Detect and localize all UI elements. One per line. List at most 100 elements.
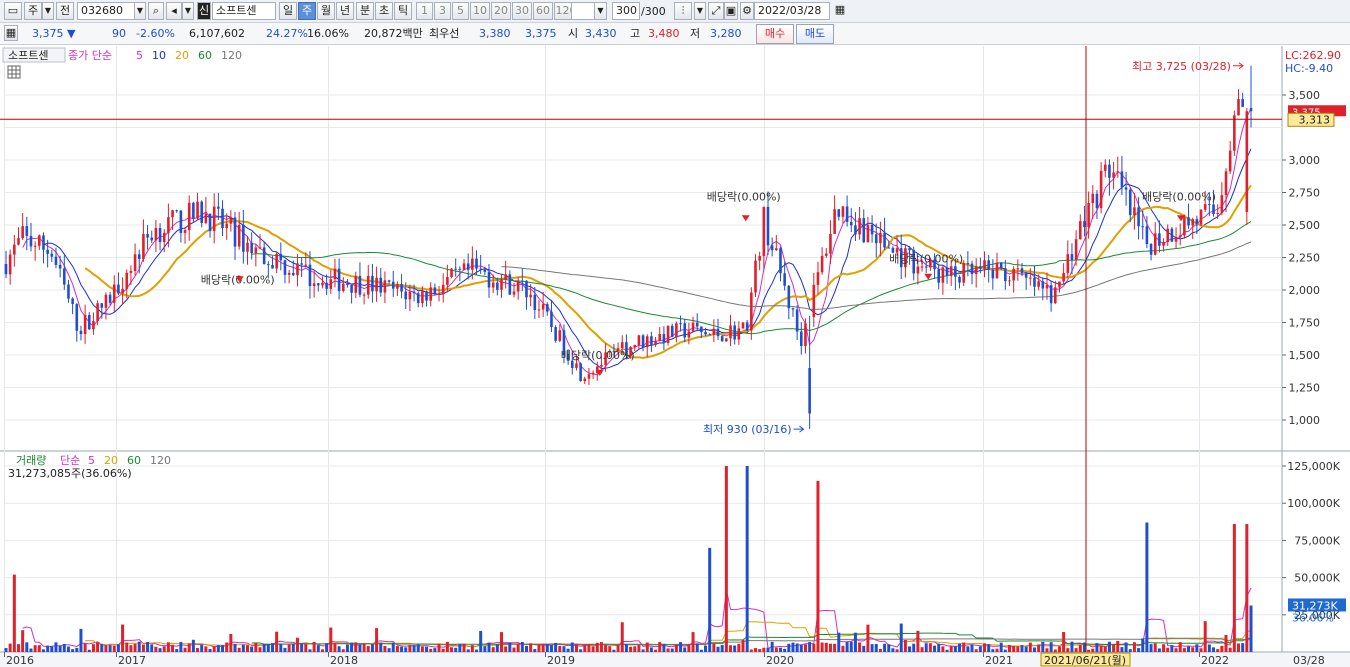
candle-type-dropdown-icon[interactable]: ▼ xyxy=(694,2,706,20)
volume-bar xyxy=(8,643,12,652)
candle-body xyxy=(824,253,828,256)
interval-20-button[interactable]: 20 xyxy=(491,2,511,20)
volume-bar xyxy=(75,647,79,652)
volume-bar xyxy=(33,645,37,652)
stock-chart[interactable]: 최고 3,725 (03/28) 최저 930 (03/16) 배당락(0.00%)… xyxy=(0,45,1350,667)
volume-bar xyxy=(179,642,183,652)
speaker-icon[interactable]: ◂ xyxy=(166,2,182,20)
candle-body xyxy=(441,284,445,294)
volume-bar xyxy=(962,642,966,652)
period-day-button[interactable]: 일 xyxy=(279,2,297,20)
market-dropdown-icon[interactable]: ▼ xyxy=(42,2,54,20)
volume-bar xyxy=(987,644,991,652)
volume-bar xyxy=(229,633,233,652)
interval-10-button[interactable]: 10 xyxy=(470,2,490,20)
candle-body xyxy=(412,291,416,294)
period-week-button[interactable]: 주 xyxy=(298,2,316,20)
volume-bar xyxy=(837,632,841,652)
calendar-icon[interactable]: ▦ xyxy=(832,2,848,20)
volume-bar xyxy=(666,648,670,652)
volume-bar xyxy=(1082,642,1086,652)
candle-body xyxy=(924,266,928,268)
candle-body xyxy=(129,271,133,273)
candle-body xyxy=(741,322,745,329)
year-label-2018: 2018 xyxy=(330,654,358,667)
volume-bar xyxy=(454,647,458,652)
date-input[interactable]: 2022/03/28 xyxy=(754,2,830,20)
volume-bar xyxy=(795,643,799,652)
candle-body xyxy=(358,276,362,295)
volume-bar xyxy=(928,643,932,652)
volume-bar xyxy=(599,642,603,652)
candle-body xyxy=(591,372,595,375)
candle-body xyxy=(525,280,528,298)
candle-body xyxy=(1066,254,1070,273)
sell-button[interactable]: 매도 xyxy=(796,24,834,44)
high-price: 3,480 xyxy=(648,27,680,40)
candle-body xyxy=(683,323,687,338)
period-tick-button[interactable]: 틱 xyxy=(394,2,412,20)
volume-bar xyxy=(941,646,945,652)
candle-body xyxy=(221,208,224,229)
speaker-dropdown-icon[interactable]: ▼ xyxy=(182,2,194,20)
volume-bar xyxy=(112,645,116,652)
interval-dropdown-icon[interactable]: ▼ xyxy=(594,2,607,20)
save-icon[interactable]: ▣ xyxy=(724,2,738,20)
window-menu-icon[interactable]: ▭ xyxy=(4,2,22,20)
candle-body xyxy=(433,287,437,294)
candle-body xyxy=(504,274,507,280)
period-year-button[interactable]: 년 xyxy=(336,2,354,20)
draw-tool-icon[interactable]: ⤢ xyxy=(708,2,724,20)
candle-body xyxy=(404,291,408,300)
prev-button[interactable]: 전 xyxy=(56,2,74,20)
candle-body xyxy=(67,284,70,299)
candle-body xyxy=(945,267,949,277)
interval-3-button[interactable]: 3 xyxy=(434,2,451,20)
interval-1-button[interactable]: 1 xyxy=(416,2,433,20)
dividend-label: 배당락(0.00%) xyxy=(1142,190,1216,203)
volume-bar xyxy=(375,628,379,652)
period-minute-button[interactable]: 분 xyxy=(356,2,374,20)
volume-bar xyxy=(533,649,537,652)
interval-5-button[interactable]: 5 xyxy=(452,2,469,20)
volume-bar xyxy=(175,649,179,652)
volume-bar xyxy=(1245,524,1249,652)
volume-bar xyxy=(853,632,857,652)
candle-body xyxy=(17,238,20,245)
period-month-button[interactable]: 월 xyxy=(317,2,335,20)
candle-body xyxy=(479,268,482,270)
candle-body xyxy=(1099,170,1103,209)
period-second-button[interactable]: 초 xyxy=(375,2,393,20)
candle-body xyxy=(529,294,532,298)
volume-bar xyxy=(704,645,708,652)
volume-bar xyxy=(237,647,241,652)
code-dropdown-icon[interactable]: ▼ xyxy=(134,2,146,20)
candle-type-icon[interactable]: ⫶ xyxy=(674,2,692,20)
volume-bar xyxy=(241,644,245,652)
candle-body xyxy=(196,201,199,219)
interval-30-button[interactable]: 30 xyxy=(512,2,532,20)
volume-bar xyxy=(150,644,154,652)
candle-body xyxy=(71,298,74,305)
volume-bar xyxy=(1178,642,1182,652)
volume-bar xyxy=(903,639,907,652)
volume-bar xyxy=(466,649,470,652)
stock-code-input[interactable]: 032680 xyxy=(77,2,135,20)
candle-body xyxy=(650,336,653,345)
count-input[interactable]: 300 xyxy=(612,2,640,20)
candle-body xyxy=(379,277,383,293)
grid-icon[interactable]: ▦ xyxy=(4,25,18,41)
market-select[interactable]: 주 xyxy=(24,2,42,20)
interval-60-button[interactable]: 60 xyxy=(533,2,553,20)
hc-label: HC:-9.40 xyxy=(1285,62,1333,75)
volume-bar xyxy=(883,643,887,652)
volume-bar xyxy=(729,645,733,652)
gear-icon[interactable]: ⚙ xyxy=(740,2,754,20)
buy-button[interactable]: 매수 xyxy=(756,24,794,44)
candle-body xyxy=(1124,187,1128,190)
candle-body xyxy=(371,275,374,292)
search-icon[interactable]: ⌕ xyxy=(148,2,164,20)
volume-bar xyxy=(799,644,803,652)
volume-bar xyxy=(1187,646,1191,652)
volume-bar xyxy=(425,646,429,652)
